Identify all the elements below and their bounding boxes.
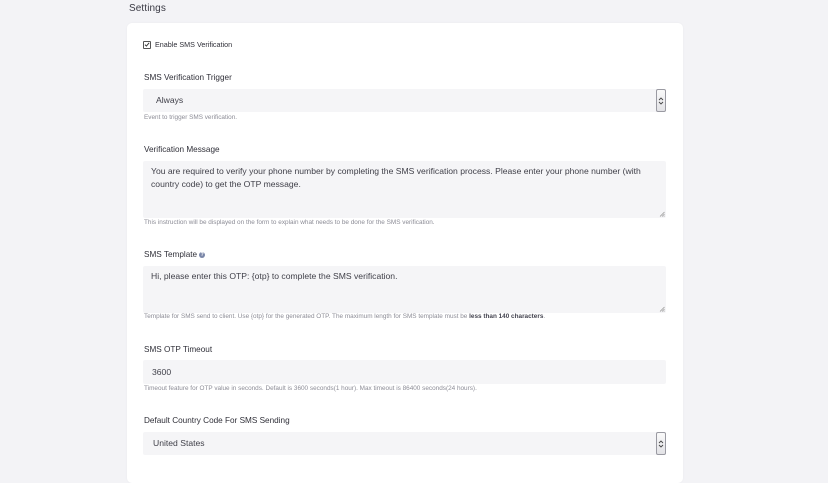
enable-sms-verification-label: Enable SMS Verification xyxy=(155,40,233,49)
country-code-select-value: United States xyxy=(153,438,205,448)
verification-message-label: Verification Message xyxy=(144,145,220,154)
chevron-up-down-icon[interactable] xyxy=(656,432,666,455)
trigger-select[interactable]: Always xyxy=(143,89,666,112)
sms-template-label-row: SMS Template? xyxy=(144,250,206,259)
country-code-label: Default Country Code For SMS Sending xyxy=(144,416,290,425)
enable-sms-verification-row[interactable]: Enable SMS Verification xyxy=(143,40,232,49)
question-circle-icon[interactable]: ? xyxy=(199,252,206,258)
otp-timeout-value: 3600 xyxy=(152,367,172,377)
sms-template-value: Hi, please enter this OTP: {otp} to comp… xyxy=(151,271,398,281)
page-title: Settings xyxy=(129,3,166,14)
otp-timeout-input[interactable]: 3600 xyxy=(143,360,666,384)
resize-grip-icon[interactable] xyxy=(659,211,665,217)
country-code-select[interactable]: United States xyxy=(143,432,666,455)
trigger-label: SMS Verification Trigger xyxy=(144,73,232,82)
otp-timeout-help: Timeout feature for OTP value in seconds… xyxy=(144,385,477,392)
sms-template-help-prefix: Template for SMS send to client. Use {ot… xyxy=(144,313,470,320)
sms-template-help: Template for SMS send to client. Use {ot… xyxy=(144,313,545,320)
verification-message-value: You are required to verify your phone nu… xyxy=(151,166,641,189)
sms-template-help-bold: less than 140 characters xyxy=(469,313,544,320)
resize-grip-icon[interactable] xyxy=(659,306,665,312)
verification-message-help: This instruction will be displayed on th… xyxy=(144,219,435,226)
sms-template-textarea[interactable]: Hi, please enter this OTP: {otp} to comp… xyxy=(143,266,666,313)
verification-message-textarea[interactable]: You are required to verify your phone nu… xyxy=(143,161,666,218)
chevron-up-down-icon[interactable] xyxy=(656,89,666,112)
checkmark-icon xyxy=(144,42,150,47)
sms-template-help-suffix: . xyxy=(543,313,546,320)
trigger-select-value: Always xyxy=(156,95,184,105)
enable-sms-verification-checkbox[interactable] xyxy=(143,40,151,49)
trigger-help: Event to trigger SMS verification. xyxy=(144,114,238,121)
settings-card: Enable SMS Verification SMS Verification… xyxy=(127,23,683,483)
otp-timeout-label: SMS OTP Timeout xyxy=(144,345,213,354)
sms-template-label: SMS Template xyxy=(144,250,198,259)
